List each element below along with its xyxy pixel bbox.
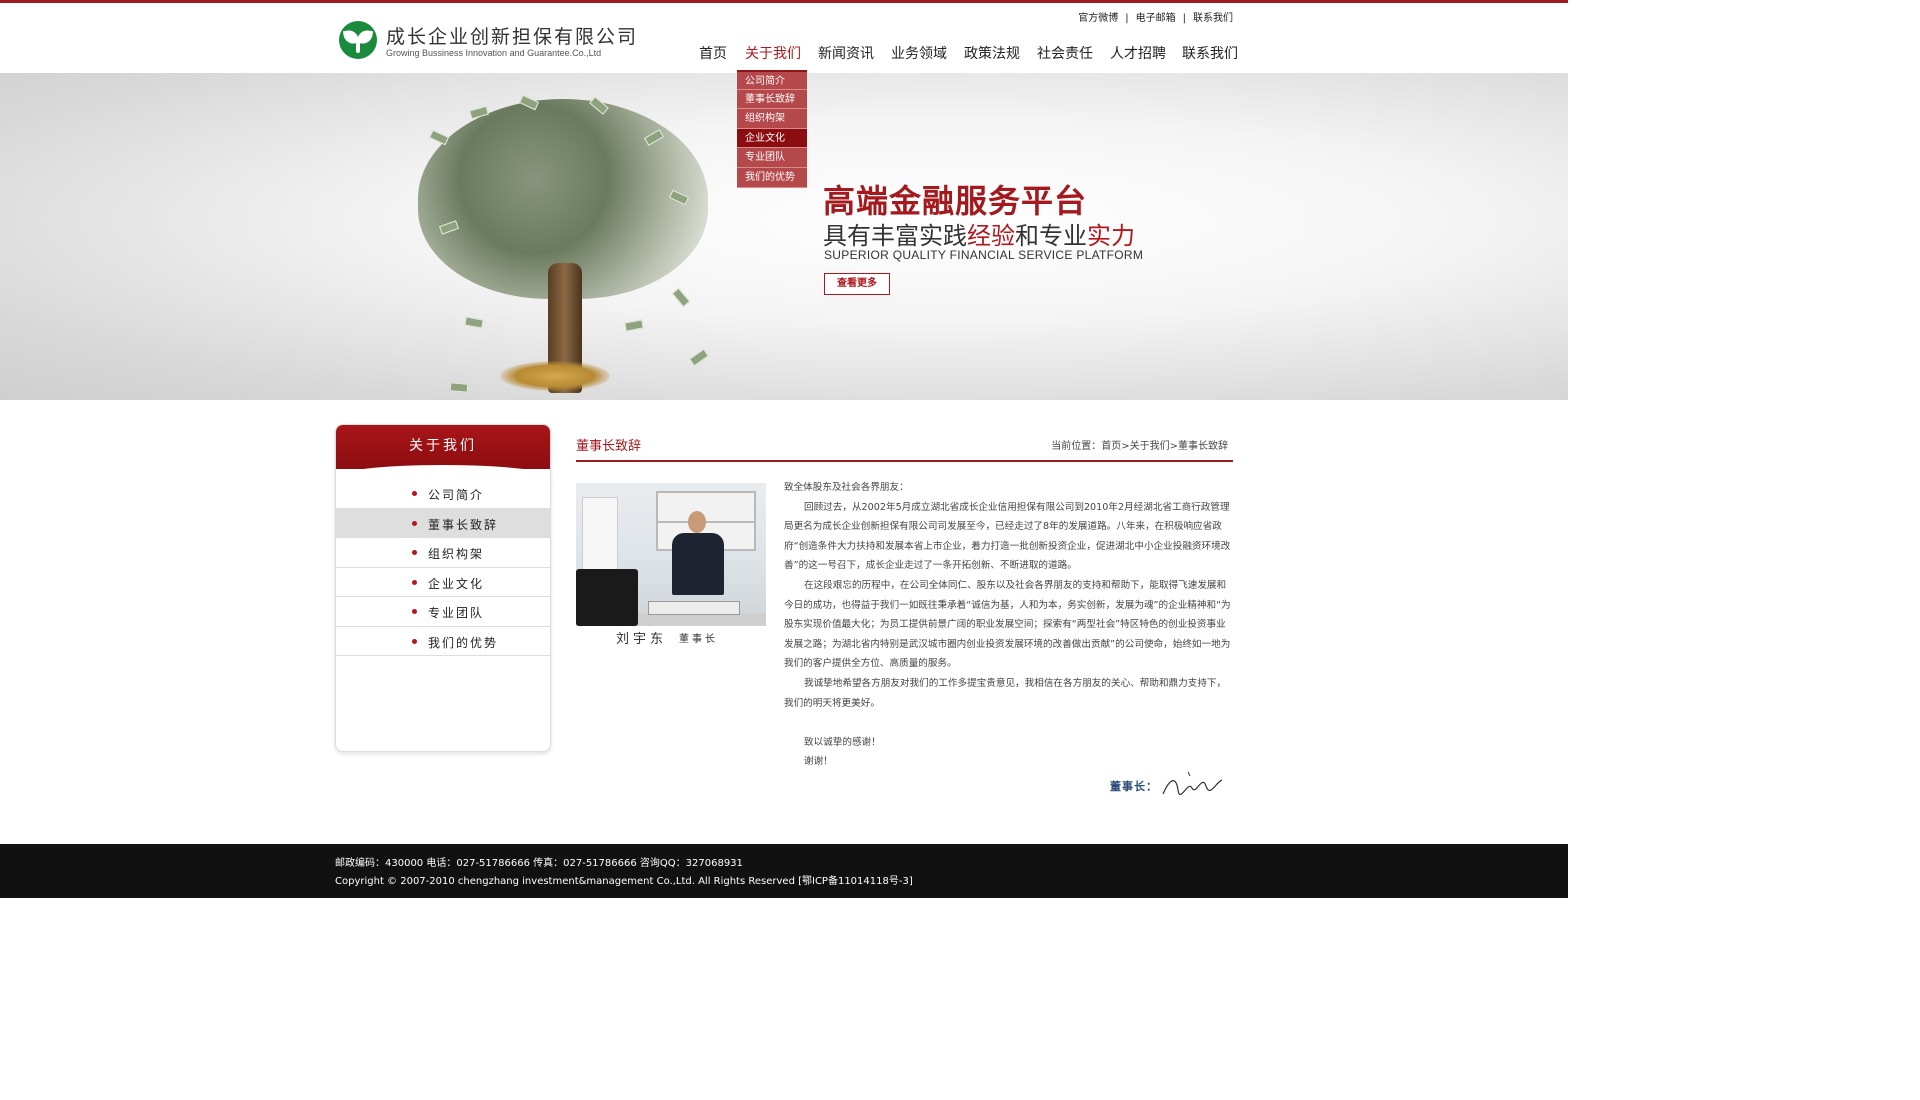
sidebar-item-label: 企业文化 xyxy=(428,576,485,591)
footer-copyright: Copyright © 2007-2010 chengzhang investm… xyxy=(335,876,913,887)
sidebar-item-culture[interactable]: 企业文化 xyxy=(336,568,550,597)
bullet-icon xyxy=(412,520,417,526)
sidebar-menu: 公司简介 董事长致辞 组织构架 企业文化 专业团队 我们的优势 xyxy=(336,479,550,656)
main-nav: 首页 关于我们 新闻资讯 业务领域 政策法规 社会责任 人才招聘 联系我们 xyxy=(690,43,1240,67)
sidebar-item-label: 我们的优势 xyxy=(428,635,499,650)
submenu-item-advantage[interactable]: 我们的优势 xyxy=(737,168,807,188)
letter-greeting: 致全体股东及社会各界朋友： xyxy=(784,482,909,493)
signature: 董事长： xyxy=(1110,768,1230,802)
letter-paragraph: 回顾过去，从2002年5月成立湖北省成长企业信用担保有限公司到2010年2月经湖… xyxy=(784,501,1231,572)
gold-coins xyxy=(500,361,610,391)
about-dropdown-menu: 公司简介 董事长致辞 组织构架 企业文化 专业团队 我们的优势 xyxy=(737,70,807,188)
leaf-logo-icon xyxy=(339,21,377,59)
signature-label: 董事长： xyxy=(1110,780,1158,793)
logo-company-name: 成长企业创新担保有限公司 xyxy=(386,26,639,48)
nav-contact[interactable]: 联系我们 xyxy=(1182,43,1238,63)
content-header: 董事长致辞 当前位置：首页>关于我们>董事长致辞 xyxy=(576,430,1233,462)
chairman-role: 董事长 xyxy=(679,634,718,645)
about-sidebar: 关于我们 公司简介 董事长致辞 组织构架 企业文化 专业团队 我们的优势 xyxy=(335,424,551,752)
banner-english-tagline: SUPERIOR QUALITY FINANCIAL SERVICE PLATF… xyxy=(824,248,1144,262)
view-more-button[interactable]: 查看更多 xyxy=(824,273,890,295)
sidebar-item-label: 公司简介 xyxy=(428,488,485,502)
nav-social[interactable]: 社会责任 xyxy=(1037,43,1093,63)
nav-business[interactable]: 业务领域 xyxy=(891,43,947,63)
bullet-icon xyxy=(412,638,417,644)
email-link[interactable]: 电子邮箱 xyxy=(1136,13,1176,24)
sidebar-item-structure[interactable]: 组织构架 xyxy=(336,538,550,568)
site-logo[interactable]: 成长企业创新担保有限公司 Growing Bussiness Innovatio… xyxy=(339,19,639,63)
contact-top-link[interactable]: 联系我们 xyxy=(1193,13,1233,24)
top-link-separator: | xyxy=(1182,13,1186,24)
nav-home[interactable]: 首页 xyxy=(699,43,727,63)
bullet-icon xyxy=(412,491,417,496)
logo-company-name-en: Growing Bussiness Innovation and Guarant… xyxy=(386,48,602,58)
nav-news[interactable]: 新闻资讯 xyxy=(818,43,874,63)
bullet-icon xyxy=(412,550,417,555)
footer-contact: 邮政编码：430000 电话：027-51786666 传真：027-51786… xyxy=(335,858,743,869)
submenu-item-chairman[interactable]: 董事长致辞 xyxy=(737,90,807,110)
handwritten-signature-icon xyxy=(1162,771,1223,796)
top-link-separator: | xyxy=(1125,13,1129,24)
submenu-item-profile[interactable]: 公司简介 xyxy=(737,70,807,90)
bullet-icon xyxy=(412,609,417,614)
sidebar-item-label: 董事长致辞 xyxy=(428,517,499,532)
banner-subtitle: 具有丰富实践经验和专业实力 xyxy=(823,222,1135,250)
sidebar-item-chairman[interactable]: 董事长致辞 xyxy=(336,508,550,538)
letter-closing: 致以诚挚的感谢！ xyxy=(804,736,881,748)
nav-careers[interactable]: 人才招聘 xyxy=(1110,43,1166,63)
letter-paragraph: 我诚挚地希望各方朋友对我们的工作多提宝贵意见，我相信在各方朋友的关心、帮助和鼎力… xyxy=(784,677,1227,709)
site-footer: 邮政编码：430000 电话：027-51786666 传真：027-51786… xyxy=(0,844,1568,898)
sidebar-title: 关于我们 xyxy=(336,425,550,469)
chairman-letter: 致全体股东及社会各界朋友： 回顾过去，从2002年5月成立湖北省成长企业信用担保… xyxy=(784,478,1233,772)
chairman-photo xyxy=(576,483,766,626)
page-title: 董事长致辞 xyxy=(576,439,642,454)
chairman-name: 刘宇东 xyxy=(616,632,668,647)
submenu-item-culture[interactable]: 企业文化 xyxy=(737,128,807,149)
sidebar-item-profile[interactable]: 公司简介 xyxy=(336,479,550,509)
top-links: 官方微博 | 电子邮箱 | 联系我们 xyxy=(1078,9,1233,24)
submenu-item-structure[interactable]: 组织构架 xyxy=(737,109,807,129)
sidebar-item-advantage[interactable]: 我们的优势 xyxy=(336,627,550,656)
sidebar-item-label: 专业团队 xyxy=(428,606,485,620)
letter-paragraph: 在这段艰忘的历程中，在公司全体同仁、股东以及社会各界朋友的支持和帮助下，能取得飞… xyxy=(784,579,1231,670)
bullet-icon xyxy=(412,579,417,585)
submenu-item-team[interactable]: 专业团队 xyxy=(737,148,807,168)
weibo-link[interactable]: 官方微博 xyxy=(1078,13,1118,24)
sidebar-item-team[interactable]: 专业团队 xyxy=(336,597,550,627)
sidebar-item-label: 组织构架 xyxy=(428,547,485,561)
site-header: 成长企业创新担保有限公司 Growing Bussiness Innovatio… xyxy=(0,3,1568,73)
nav-policy[interactable]: 政策法规 xyxy=(964,43,1020,63)
photo-caption: 刘宇东 董事长 xyxy=(576,628,766,648)
breadcrumb[interactable]: 当前位置：首页>关于我们>董事长致辞 xyxy=(1051,437,1228,452)
nav-about[interactable]: 关于我们 xyxy=(745,43,801,63)
